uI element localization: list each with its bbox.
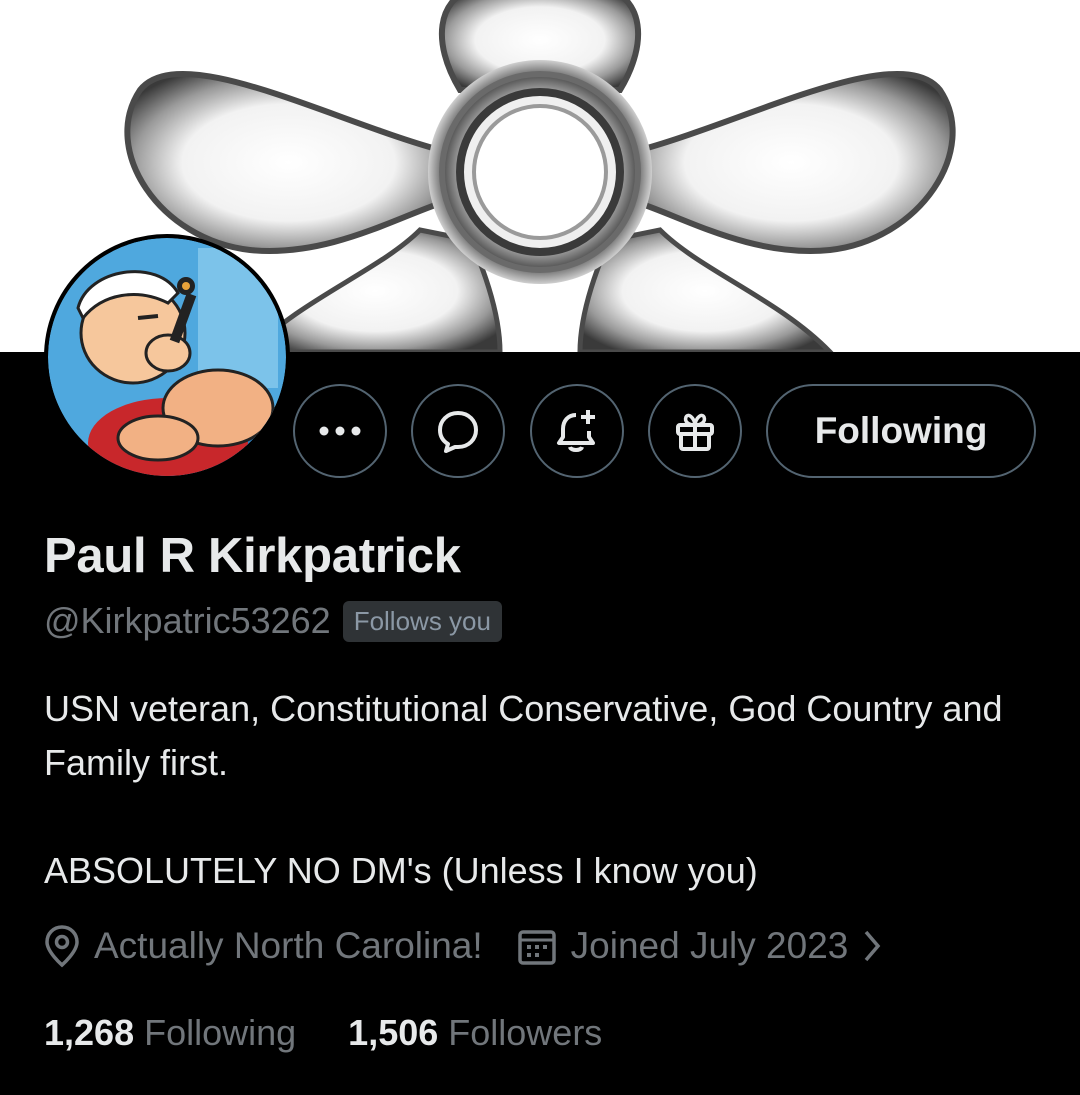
location-pin-icon xyxy=(44,924,80,968)
followers-stat[interactable]: 1,506 Followers xyxy=(348,1012,602,1054)
message-icon xyxy=(438,411,478,453)
following-stat-label: Following xyxy=(144,1012,297,1053)
bell-plus-icon xyxy=(557,410,595,452)
location-text: Actually North Carolina! xyxy=(94,925,483,966)
following-button-label: Following xyxy=(814,410,988,451)
location-item: Actually North Carolina! xyxy=(44,924,483,968)
notify-button[interactable] xyxy=(530,384,624,478)
follows-you-badge: Follows you xyxy=(342,600,502,642)
following-stat[interactable]: 1,268 Following xyxy=(44,1012,296,1054)
following-button[interactable]: Following xyxy=(766,384,1036,478)
more-icon xyxy=(319,426,361,436)
joined-item[interactable]: Joined July 2023 xyxy=(517,925,883,967)
following-count: 1,268 xyxy=(44,1012,135,1053)
avatar-image xyxy=(48,238,286,476)
calendar-icon xyxy=(517,926,557,966)
gift-button[interactable] xyxy=(648,384,742,478)
profile-meta: Actually North Carolina! Joined July 202… xyxy=(44,924,882,968)
profile-bio: USN veteran, Constitutional Conservative… xyxy=(44,688,1003,891)
display-name: Paul R Kirkpatrick xyxy=(44,529,461,583)
avatar[interactable] xyxy=(44,234,290,480)
more-button[interactable] xyxy=(293,384,387,478)
followers-count: 1,506 xyxy=(348,1012,439,1053)
followers-stat-label: Followers xyxy=(448,1012,603,1053)
joined-text: Joined July 2023 xyxy=(570,925,849,966)
gift-icon xyxy=(676,413,714,451)
handle-row: @Kirkpatric53262 Follows you xyxy=(44,600,502,642)
message-button[interactable] xyxy=(411,384,505,478)
user-handle: @Kirkpatric53262 xyxy=(44,600,331,641)
chevron-right-icon xyxy=(862,928,882,964)
follow-stats: 1,268 Following 1,506 Followers xyxy=(44,1012,602,1054)
